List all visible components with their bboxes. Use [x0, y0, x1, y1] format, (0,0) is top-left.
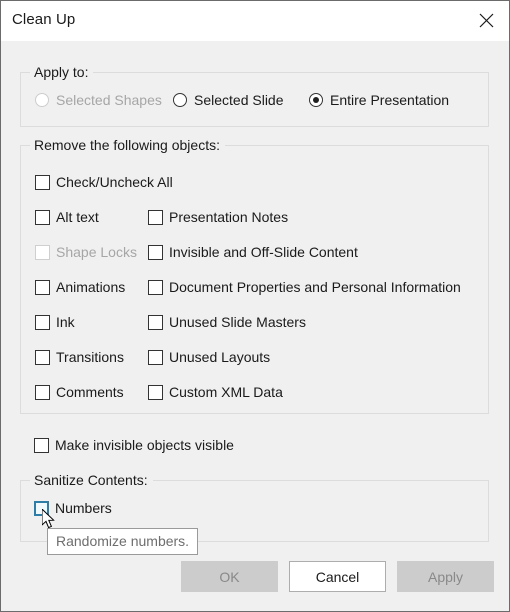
radio-entire-presentation[interactable]: Entire Presentation: [309, 92, 449, 108]
ok-button[interactable]: OK: [181, 561, 278, 592]
apply-to-legend: Apply to:: [30, 64, 94, 80]
radio-indicator: [173, 93, 187, 107]
checkbox-label: Unused Slide Masters: [169, 314, 306, 330]
checkbox-transitions[interactable]: Transitions: [35, 349, 124, 365]
tooltip: Randomize numbers.: [47, 528, 199, 555]
checkbox-label: Shape Locks: [56, 244, 137, 260]
checkbox-custom-xml-data[interactable]: Custom XML Data: [148, 384, 283, 400]
checkbox-document-properties[interactable]: Document Properties and Personal Informa…: [148, 279, 461, 295]
cancel-button-label: Cancel: [315, 568, 360, 585]
checkbox-shape-locks[interactable]: Shape Locks: [35, 244, 137, 260]
ok-button-label: OK: [219, 568, 240, 585]
checkbox-indicator: [148, 314, 163, 330]
checkbox-indicator: [148, 244, 163, 260]
close-icon[interactable]: [463, 1, 509, 39]
remove-objects-groupbox: Remove the following objects: Check/Unch…: [20, 137, 489, 414]
checkbox-label: Presentation Notes: [169, 209, 289, 225]
radio-label: Selected Shapes: [56, 92, 162, 108]
checkbox-label: Make invisible objects visible: [55, 437, 234, 453]
checkbox-label: Document Properties and Personal Informa…: [169, 279, 461, 295]
checkbox-check-uncheck-all[interactable]: Check/Uncheck All: [35, 174, 173, 190]
checkbox-ink[interactable]: Ink: [35, 314, 75, 330]
checkbox-indicator: [34, 500, 49, 516]
checkbox-label: Numbers: [55, 500, 112, 516]
checkbox-numbers[interactable]: Numbers: [34, 500, 112, 516]
radio-selected-shapes[interactable]: Selected Shapes: [35, 92, 162, 108]
checkbox-make-invisible-objects-visible[interactable]: Make invisible objects visible: [34, 437, 234, 453]
checkbox-label: Unused Layouts: [169, 349, 271, 365]
checkbox-invisible-offslide-content[interactable]: Invisible and Off-Slide Content: [148, 244, 358, 260]
checkbox-label: Invisible and Off-Slide Content: [169, 244, 358, 260]
apply-button-label: Apply: [427, 568, 464, 585]
radio-indicator: [35, 93, 49, 107]
sanitize-contents-legend: Sanitize Contents:: [30, 472, 153, 488]
window-title: Clean Up: [12, 11, 76, 28]
checkbox-indicator: [148, 349, 163, 365]
checkbox-label: Transitions: [56, 349, 124, 365]
checkbox-indicator: [35, 314, 50, 330]
checkbox-indicator: [35, 384, 50, 400]
checkbox-indicator: [148, 209, 163, 225]
radio-label: Selected Slide: [194, 92, 284, 108]
apply-to-groupbox: Apply to: Selected Shapes Selected Slide…: [20, 64, 489, 127]
radio-selected-slide[interactable]: Selected Slide: [173, 92, 284, 108]
checkbox-label: Ink: [56, 314, 75, 330]
checkbox-alt-text[interactable]: Alt text: [35, 209, 99, 225]
apply-button[interactable]: Apply: [397, 561, 494, 592]
checkbox-label: Animations: [56, 279, 126, 295]
checkbox-unused-layouts[interactable]: Unused Layouts: [148, 349, 270, 365]
checkbox-indicator: [35, 209, 50, 225]
checkbox-unused-slide-masters[interactable]: Unused Slide Masters: [148, 314, 306, 330]
checkbox-label: Check/Uncheck All: [56, 174, 173, 190]
radio-indicator: [309, 93, 323, 107]
title-bar: Clean Up: [1, 1, 509, 41]
tooltip-text: Randomize numbers.: [56, 533, 190, 549]
cancel-button[interactable]: Cancel: [289, 561, 386, 592]
checkbox-indicator: [35, 244, 50, 260]
radio-label: Entire Presentation: [330, 92, 450, 108]
checkbox-indicator: [148, 384, 163, 400]
remove-objects-legend: Remove the following objects:: [30, 137, 225, 153]
checkbox-comments[interactable]: Comments: [35, 384, 124, 400]
checkbox-indicator: [34, 437, 49, 453]
clean-up-dialog: Clean Up Apply to: Selected Shapes Selec…: [0, 0, 510, 612]
checkbox-indicator: [35, 279, 50, 295]
checkbox-indicator: [35, 174, 50, 190]
checkbox-indicator: [148, 279, 163, 295]
checkbox-animations[interactable]: Animations: [35, 279, 125, 295]
checkbox-indicator: [35, 349, 50, 365]
checkbox-label: Alt text: [56, 209, 99, 225]
checkbox-label: Custom XML Data: [169, 384, 283, 400]
checkbox-label: Comments: [56, 384, 124, 400]
checkbox-presentation-notes[interactable]: Presentation Notes: [148, 209, 288, 225]
